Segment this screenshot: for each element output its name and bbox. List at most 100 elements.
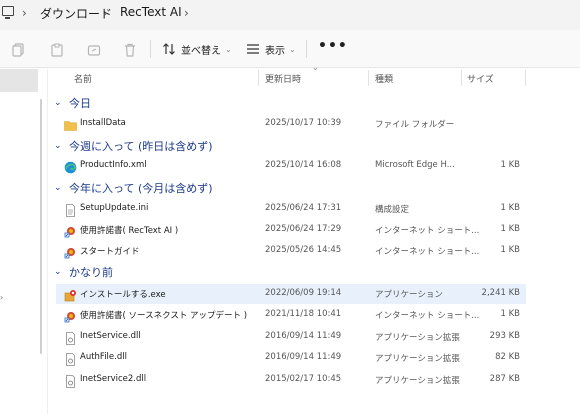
- toolbar-divider: [150, 40, 151, 58]
- group-label: 今年に入って (今月は含めず): [69, 182, 213, 195]
- file-date: 2025/05/26 14:45: [265, 245, 342, 255]
- file-size: 287 KB: [489, 374, 520, 384]
- file-size: 1 KB: [500, 224, 520, 234]
- file-name: 使用許諾書( RecText AI ): [80, 226, 179, 236]
- this-pc-icon[interactable]: [2, 6, 14, 19]
- copy-icon[interactable]: [12, 42, 26, 57]
- group-header-this-week[interactable]: ⌄ 今週に入って (昨日は含めず): [54, 137, 213, 155]
- nav-scrollbar[interactable]: [40, 99, 42, 354]
- edge-icon: [64, 159, 77, 174]
- breadcrumb-separator-icon[interactable]: ›: [103, 6, 108, 20]
- more-options-icon[interactable]: •••: [318, 38, 348, 54]
- group-label: 今日: [69, 97, 91, 110]
- sort-label: 並べ替え: [181, 45, 221, 57]
- sort-button[interactable]: 並べ替え ⌄: [162, 40, 232, 58]
- file-name: InstallData: [80, 118, 126, 128]
- file-name: InetService2.dll: [80, 374, 147, 384]
- file-row[interactable]: InstallData 2025/10/17 10:39 ファイル フォルダー: [56, 114, 526, 134]
- file-row[interactable]: ProductInfo.xml 2025/10/14 16:08 Microso…: [56, 156, 526, 176]
- file-row[interactable]: スタートガイド 2025/05/26 14:45 インターネット ショート...…: [56, 241, 526, 261]
- file-date: 2025/06/24 17:31: [265, 203, 342, 213]
- shortcut-icon: [64, 223, 77, 238]
- breadcrumb-separator-icon[interactable]: ›: [22, 6, 27, 20]
- sort-icon: [162, 42, 176, 56]
- file-date: 2021/11/18 10:41: [265, 309, 342, 319]
- file-type: アプリケーション拡張: [375, 354, 460, 364]
- file-name: ProductInfo.xml: [80, 160, 147, 170]
- file-row[interactable]: 使用許諾書( RecText AI ) 2025/06/24 17:29 インタ…: [56, 220, 526, 240]
- file-date: 2025/10/14 16:08: [265, 160, 342, 170]
- group-header-today[interactable]: ⌄ 今日: [54, 94, 91, 112]
- chevron-down-icon: ⌄: [54, 141, 62, 151]
- breadcrumb-separator-icon[interactable]: ›: [184, 6, 189, 20]
- chevron-down-icon: ⌄: [225, 44, 232, 54]
- file-explorer-window: › ダウンロード › RecText AI › 並べ替え ⌄ 表示 ⌄ ••• …: [0, 0, 580, 414]
- nav-item-selected[interactable]: [0, 69, 38, 92]
- file-size: 1 KB: [500, 309, 520, 319]
- navigation-pane: ›: [0, 69, 48, 414]
- shortcut-icon: [64, 308, 77, 323]
- toolbar-divider: [306, 40, 307, 58]
- file-row-selected[interactable]: インストールする.exe 2022/06/09 19:14 アプリケーション 2…: [56, 284, 526, 304]
- file-type: Microsoft Edge H...: [375, 160, 455, 170]
- view-label: 表示: [265, 45, 285, 57]
- file-name: InetService.dll: [80, 331, 141, 341]
- folder-icon: [64, 117, 77, 131]
- file-type: アプリケーション拡張: [375, 333, 460, 343]
- installer-icon: [64, 287, 77, 302]
- file-date: 2016/09/14 11:49: [265, 331, 342, 341]
- file-date: 2015/02/17 10:45: [265, 374, 342, 384]
- chevron-down-icon: ⌄: [54, 183, 62, 193]
- breadcrumb: › ダウンロード › RecText AI ›: [0, 0, 580, 30]
- file-date: 2025/10/17 10:39: [265, 118, 342, 128]
- file-type: ファイル フォルダー: [375, 120, 455, 130]
- view-button[interactable]: 表示 ⌄: [246, 40, 296, 58]
- chevron-down-icon: ⌄: [289, 44, 296, 54]
- column-header-type[interactable]: 種類: [375, 72, 393, 85]
- paste-icon[interactable]: [50, 42, 64, 57]
- file-size: 1 KB: [500, 160, 520, 170]
- file-name: 使用許諾書( ソースネクスト アップデート ): [80, 311, 248, 321]
- sort-indicator-icon: ⌄: [312, 63, 319, 72]
- file-type: アプリケーション: [375, 290, 443, 300]
- shortcut-icon: [64, 244, 77, 259]
- column-divider[interactable]: [368, 70, 369, 86]
- column-header-name[interactable]: 名前: [74, 72, 92, 85]
- file-size: 1 KB: [500, 245, 520, 255]
- file-name: スタートガイド: [80, 247, 140, 257]
- file-size: 82 KB: [495, 352, 520, 362]
- nav-expand-icon[interactable]: ›: [0, 293, 3, 302]
- view-list-icon: [246, 42, 260, 56]
- dll-file-icon: [64, 330, 77, 345]
- group-label: かなり前: [69, 266, 113, 279]
- column-header-size[interactable]: サイズ: [467, 72, 494, 85]
- group-label: 今週に入って (昨日は含めず): [69, 140, 213, 153]
- column-header-date[interactable]: 更新日時: [265, 72, 301, 85]
- share-icon[interactable]: [87, 42, 101, 56]
- column-divider[interactable]: [525, 70, 526, 86]
- file-name: インストールする.exe: [80, 290, 166, 300]
- file-row[interactable]: AuthFile.dll 2016/09/14 11:49 アプリケーション拡張…: [56, 348, 526, 368]
- column-divider[interactable]: [258, 70, 259, 86]
- file-size: 293 KB: [489, 331, 520, 341]
- file-name: AuthFile.dll: [80, 352, 127, 362]
- delete-icon[interactable]: [123, 42, 137, 57]
- command-bar: 並べ替え ⌄ 表示 ⌄ •••: [0, 30, 580, 68]
- file-date: 2016/09/14 11:49: [265, 352, 342, 362]
- file-row[interactable]: InetService.dll 2016/09/14 11:49 アプリケーショ…: [56, 327, 526, 347]
- file-row[interactable]: InetService2.dll 2015/02/17 10:45 アプリケーシ…: [56, 370, 526, 390]
- file-row[interactable]: 使用許諾書( ソースネクスト アップデート ) 2021/11/18 10:41…: [56, 305, 526, 325]
- chevron-down-icon: ⌄: [54, 98, 62, 108]
- chevron-down-icon: ⌄: [54, 267, 62, 277]
- group-header-long-ago[interactable]: ⌄ かなり前: [54, 263, 113, 281]
- breadcrumb-item-downloads[interactable]: ダウンロード: [40, 5, 112, 22]
- file-row[interactable]: SetupUpdate.ini 2025/06/24 17:31 構成設定 1 …: [56, 199, 526, 219]
- file-date: 2022/06/09 19:14: [265, 288, 342, 298]
- group-header-this-year[interactable]: ⌄ 今年に入って (今月は含めず): [54, 179, 213, 197]
- breadcrumb-item-current[interactable]: RecText AI: [120, 5, 182, 19]
- file-type: 構成設定: [375, 205, 410, 215]
- ini-file-icon: [64, 202, 77, 217]
- file-size: 2,241 KB: [481, 288, 520, 298]
- column-divider[interactable]: [461, 70, 462, 86]
- dll-file-icon: [64, 351, 77, 366]
